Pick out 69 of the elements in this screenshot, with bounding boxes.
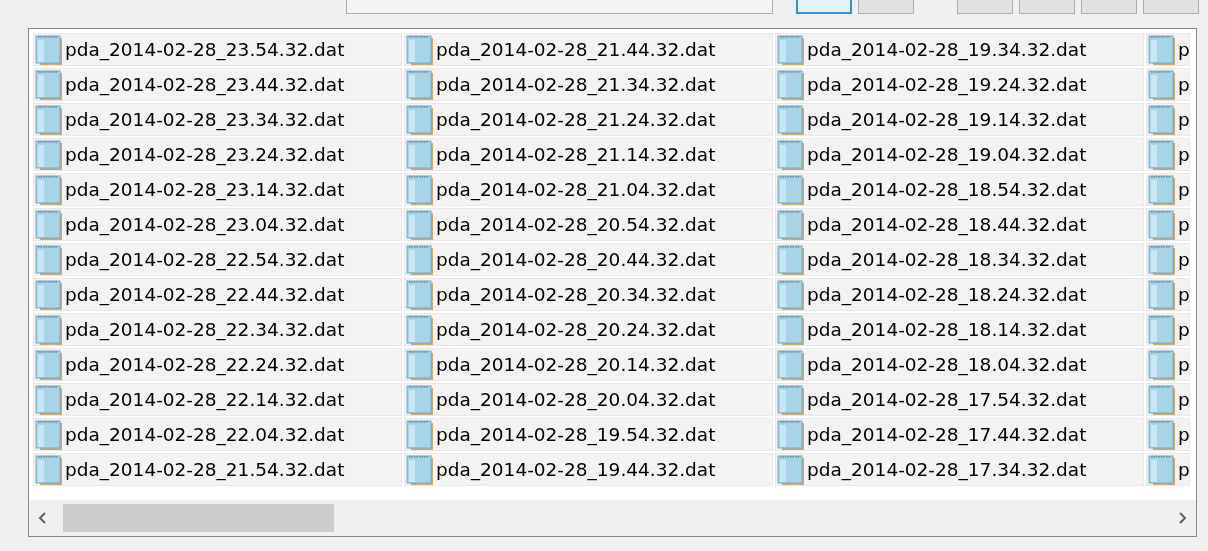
text-file-icon — [34, 104, 64, 135]
file-name[interactable]: p — [1178, 319, 1189, 340]
text-file-icon — [405, 419, 435, 450]
text-file-icon — [776, 104, 806, 135]
file-name[interactable]: p — [1178, 459, 1189, 480]
text-file-icon — [776, 314, 806, 345]
text-file-icon — [405, 314, 435, 345]
text-file-icon — [1147, 314, 1177, 345]
text-file-icon — [34, 174, 64, 205]
text-file-icon — [405, 349, 435, 380]
horizontal-scrollbar[interactable] — [29, 500, 1196, 536]
file-name[interactable]: p — [1178, 39, 1189, 60]
text-file-icon — [776, 384, 806, 415]
text-file-icon — [34, 69, 64, 100]
text-file-icon — [34, 419, 64, 450]
text-file-icon — [405, 69, 435, 100]
text-file-icon — [405, 244, 435, 275]
text-file-icon — [1147, 279, 1177, 310]
scrollbar-thumb[interactable] — [63, 504, 334, 532]
text-file-icon — [405, 34, 435, 65]
text-file-icon — [34, 454, 64, 485]
text-file-icon — [1147, 104, 1177, 135]
text-file-icon — [776, 454, 806, 485]
text-file-icon — [34, 244, 64, 275]
text-file-icon — [776, 419, 806, 450]
text-file-icon — [1147, 454, 1177, 485]
text-file-icon — [34, 34, 64, 65]
file-name[interactable]: p — [1178, 424, 1189, 445]
text-file-icon — [34, 209, 64, 240]
file-name[interactable]: p — [1178, 144, 1189, 165]
text-file-icon — [1147, 419, 1177, 450]
text-file-icon — [1147, 174, 1177, 205]
text-file-icon — [1147, 384, 1177, 415]
file-name[interactable]: p — [1178, 284, 1189, 305]
file-name[interactable]: p — [1178, 74, 1189, 95]
text-file-icon — [405, 209, 435, 240]
text-file-icon — [776, 139, 806, 170]
file-name[interactable]: p — [1178, 249, 1189, 270]
file-name[interactable]: p — [1178, 354, 1189, 375]
file-name[interactable]: p — [1178, 109, 1189, 130]
text-file-icon — [1147, 69, 1177, 100]
text-file-icon — [34, 349, 64, 380]
text-file-icon — [405, 384, 435, 415]
text-file-icon — [776, 244, 806, 275]
text-file-icon — [34, 314, 64, 345]
text-file-icon — [776, 174, 806, 205]
text-file-icon — [776, 349, 806, 380]
text-file-icon — [34, 384, 64, 415]
file-name[interactable]: p — [1178, 389, 1189, 410]
text-file-icon — [405, 104, 435, 135]
text-file-icon — [405, 174, 435, 205]
text-file-icon — [405, 139, 435, 170]
text-file-icon — [1147, 34, 1177, 65]
text-file-icon — [776, 279, 806, 310]
text-file-icon — [776, 34, 806, 65]
text-file-icon — [34, 139, 64, 170]
scroll-left-icon[interactable] — [37, 511, 49, 525]
file-name[interactable]: p — [1178, 214, 1189, 235]
text-file-icon — [1147, 139, 1177, 170]
scroll-right-icon[interactable] — [1176, 511, 1188, 525]
text-file-icon — [34, 279, 64, 310]
text-file-icon — [1147, 209, 1177, 240]
text-file-icon — [776, 69, 806, 100]
text-file-icon — [776, 209, 806, 240]
file-name[interactable]: p — [1178, 179, 1189, 200]
text-file-icon — [405, 279, 435, 310]
text-file-icon — [1147, 244, 1177, 275]
text-file-icon — [1147, 349, 1177, 380]
text-file-icon — [405, 454, 435, 485]
